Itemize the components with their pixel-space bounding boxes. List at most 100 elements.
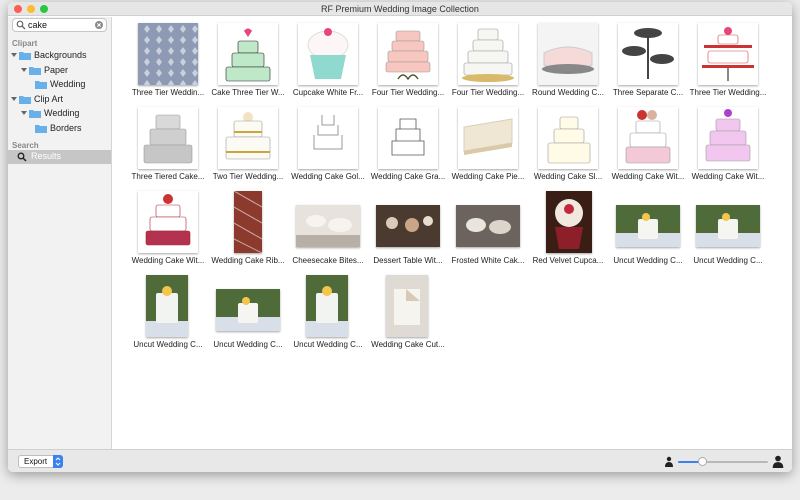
thumbnail-image[interactable] bbox=[218, 23, 278, 85]
title-bar: RF Premium Wedding Image Collection bbox=[8, 2, 792, 16]
thumbnail-image[interactable] bbox=[618, 107, 678, 169]
thumbnail-image[interactable] bbox=[538, 23, 598, 85]
thumbnail-image[interactable] bbox=[698, 107, 758, 169]
close-button[interactable] bbox=[14, 5, 22, 13]
thumbnail-item[interactable]: Frosted White Cak... bbox=[448, 188, 528, 268]
thumbnail-item[interactable]: Wedding Cake Wit... bbox=[688, 104, 768, 184]
thumbnail-image[interactable] bbox=[378, 107, 438, 169]
sidebar-item-label: Wedding bbox=[50, 79, 86, 89]
sidebar-item-label: Borders bbox=[50, 123, 82, 133]
thumbnail-item[interactable]: Wedding Cake Wit... bbox=[608, 104, 688, 184]
thumbnail-image[interactable] bbox=[218, 107, 278, 169]
thumbnail-item[interactable]: Wedding Cake Gra... bbox=[368, 104, 448, 184]
disclosure-triangle-icon[interactable] bbox=[11, 96, 17, 102]
thumbnail-image[interactable] bbox=[458, 107, 518, 169]
thumbnail-item[interactable]: Wedding Cake Cut... bbox=[368, 272, 448, 352]
thumbnail-caption: Cake Three Tier W... bbox=[211, 88, 285, 97]
thumbnail-item[interactable]: Four Tier Wedding... bbox=[368, 20, 448, 100]
folder-icon bbox=[29, 109, 41, 118]
thumbnail-image[interactable] bbox=[298, 107, 358, 169]
thumbnail-caption: Three Tier Weddin... bbox=[131, 88, 205, 97]
thumbnail-item[interactable]: Cheesecake Bites... bbox=[288, 188, 368, 268]
thumbnail-image[interactable] bbox=[546, 191, 592, 253]
thumbnail-image[interactable] bbox=[216, 289, 280, 331]
thumbnail-image[interactable] bbox=[458, 23, 518, 85]
search-icon bbox=[16, 20, 26, 30]
disclosure-triangle-icon[interactable] bbox=[21, 110, 27, 116]
thumbnail-image[interactable] bbox=[386, 275, 428, 337]
thumbnail-item[interactable]: Uncut Wedding C... bbox=[208, 272, 288, 352]
thumbnail-image[interactable] bbox=[618, 23, 678, 85]
app-window: RF Premium Wedding Image Collection Clip… bbox=[8, 2, 792, 472]
thumbnail-item[interactable]: Red Velvet Cupca... bbox=[528, 188, 608, 268]
thumbnail-item[interactable]: Wedding Cake Pie... bbox=[448, 104, 528, 184]
thumbnail-caption: Four Tier Wedding... bbox=[371, 88, 445, 97]
thumbnail-image[interactable] bbox=[138, 107, 198, 169]
thumbnail-caption: Red Velvet Cupca... bbox=[532, 256, 604, 265]
thumbnail-caption: Uncut Wedding C... bbox=[213, 340, 283, 349]
sidebar-item-paper[interactable]: Paper bbox=[21, 63, 68, 77]
thumbnail-item[interactable]: Wedding Cake Gol... bbox=[288, 104, 368, 184]
thumbnail-item[interactable]: Three Separate C... bbox=[608, 20, 688, 100]
thumbnail-caption: Four Tier Wedding... bbox=[451, 88, 525, 97]
thumbnail-item[interactable]: Three Tiered Cake... bbox=[128, 104, 208, 184]
window-title: RF Premium Wedding Image Collection bbox=[321, 4, 479, 14]
thumbnail-image[interactable] bbox=[234, 191, 262, 253]
folder-icon bbox=[35, 80, 47, 89]
thumbnail-item[interactable]: Uncut Wedding C... bbox=[288, 272, 368, 352]
sidebar-item-borders[interactable]: Borders bbox=[35, 121, 82, 135]
thumbnail-image[interactable] bbox=[146, 275, 188, 337]
slider-knob[interactable] bbox=[698, 457, 708, 466]
zoom-button[interactable] bbox=[40, 5, 48, 13]
thumbnail-item[interactable]: Two Tier Wedding... bbox=[208, 104, 288, 184]
thumbnail-image[interactable] bbox=[698, 23, 758, 85]
thumbnail-image[interactable] bbox=[456, 205, 520, 247]
small-thumbnail-icon[interactable] bbox=[664, 456, 674, 467]
sidebar-item-results[interactable]: Results bbox=[8, 150, 111, 164]
thumbnail-image[interactable] bbox=[298, 23, 358, 85]
image-grid: Three Tier Weddin... Cake Three Tier W...… bbox=[113, 17, 792, 441]
thumbnail-item[interactable]: Wedding Cake Sl... bbox=[528, 104, 608, 184]
thumbnail-image[interactable] bbox=[296, 205, 360, 247]
thumbnail-item[interactable]: Wedding Cake Wit... bbox=[128, 188, 208, 268]
clear-search-icon[interactable] bbox=[95, 21, 103, 29]
thumbnail-item[interactable]: Dessert Table Wit... bbox=[368, 188, 448, 268]
thumbnail-image[interactable] bbox=[696, 205, 760, 247]
thumbnail-caption: Cheesecake Bites... bbox=[292, 256, 364, 265]
thumbnail-image[interactable] bbox=[378, 23, 438, 85]
sidebar-item-backgrounds[interactable]: Backgrounds bbox=[11, 48, 87, 62]
thumbnail-image[interactable] bbox=[376, 205, 440, 247]
thumbnail-image[interactable] bbox=[616, 205, 680, 247]
thumbnail-item[interactable]: Cupcake White Fr... bbox=[288, 20, 368, 100]
sidebar-item-wedding-backgrounds[interactable]: Wedding bbox=[35, 77, 85, 91]
thumbnail-image[interactable] bbox=[138, 191, 198, 253]
search-input[interactable] bbox=[28, 19, 92, 31]
thumbnail-item[interactable]: Four Tier Wedding... bbox=[448, 20, 528, 100]
thumbnail-image[interactable] bbox=[306, 275, 348, 337]
sidebar-item-wedding-clipart[interactable]: Wedding bbox=[21, 106, 79, 120]
minimize-button[interactable] bbox=[27, 5, 35, 13]
thumbnail-item[interactable]: Cake Three Tier W... bbox=[208, 20, 288, 100]
thumbnail-item[interactable]: Round Wedding C... bbox=[528, 20, 608, 100]
thumbnail-item[interactable]: Three Tier Wedding... bbox=[688, 20, 768, 100]
thumbnail-item[interactable]: Wedding Cake Rib... bbox=[208, 188, 288, 268]
thumbnail-caption: Wedding Cake Pie... bbox=[451, 172, 525, 181]
disclosure-triangle-icon[interactable] bbox=[21, 67, 27, 73]
disclosure-triangle-icon[interactable] bbox=[11, 52, 17, 58]
thumbnail-caption: Three Tiered Cake... bbox=[131, 172, 205, 181]
thumbnail-item[interactable]: Uncut Wedding C... bbox=[608, 188, 688, 268]
thumbnail-item[interactable]: Uncut Wedding C... bbox=[688, 188, 768, 268]
search-field[interactable] bbox=[12, 18, 107, 32]
thumbnail-size-slider[interactable] bbox=[678, 457, 768, 466]
thumbnail-image[interactable] bbox=[138, 23, 198, 85]
thumbnail-item[interactable]: Three Tier Weddin... bbox=[128, 20, 208, 100]
thumbnail-item[interactable]: Uncut Wedding C... bbox=[128, 272, 208, 352]
thumbnail-caption: Uncut Wedding C... bbox=[693, 256, 763, 265]
folder-icon bbox=[19, 51, 31, 60]
export-popup-button[interactable]: Export bbox=[18, 455, 63, 468]
sidebar-item-label: Backgrounds bbox=[34, 50, 87, 60]
folder-icon bbox=[29, 66, 41, 75]
sidebar-item-clip-art[interactable]: Clip Art bbox=[11, 92, 63, 106]
thumbnail-image[interactable] bbox=[538, 107, 598, 169]
large-thumbnail-icon[interactable] bbox=[772, 455, 784, 468]
